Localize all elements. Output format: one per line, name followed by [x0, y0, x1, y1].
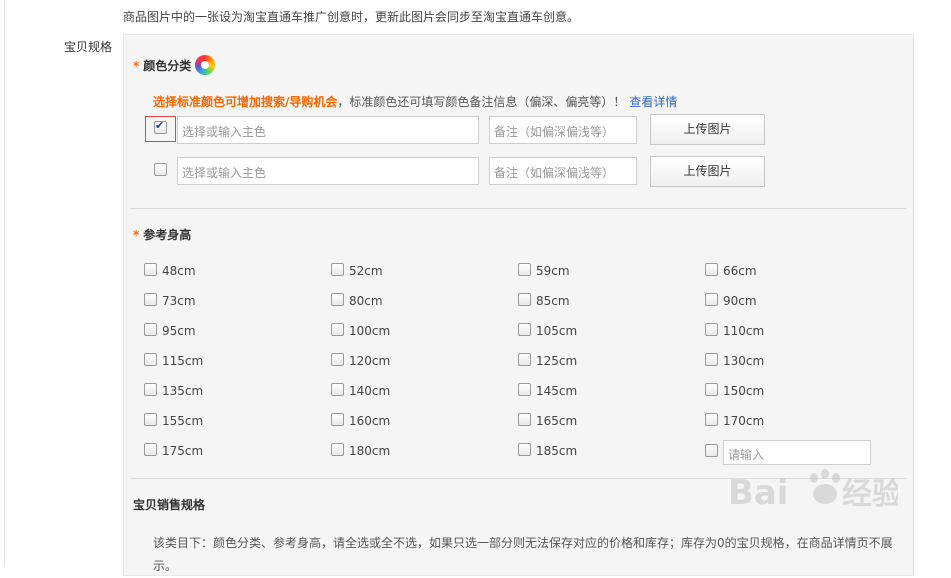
color-tip-highlight: 选择标准颜色可增加搜索/导购机会: [153, 95, 338, 109]
height-option-checkbox[interactable]: [144, 323, 157, 336]
spec-field-label: 宝贝规格: [64, 40, 113, 54]
height-option-label[interactable]: 66cm: [723, 264, 757, 278]
height-option-label[interactable]: 100cm: [349, 324, 390, 338]
height-option-checkbox[interactable]: [144, 353, 157, 366]
height-option-label[interactable]: 130cm: [723, 354, 764, 368]
height-option-checkbox[interactable]: [705, 383, 718, 396]
height-option-checkbox[interactable]: [331, 353, 344, 366]
height-option-checkbox[interactable]: [518, 293, 531, 306]
height-option-label[interactable]: 59cm: [536, 264, 570, 278]
height-option-label[interactable]: 85cm: [536, 294, 570, 308]
height-option-checkbox[interactable]: [518, 443, 531, 456]
height-option-label[interactable]: 135cm: [162, 384, 203, 398]
sales-spec-note: 该类目下：颜色分类、参考身高，请全选或全不选，如果只选一部分则无法保存对应的价格…: [153, 536, 893, 573]
color-row-2-upload-button[interactable]: 上传图片: [650, 156, 765, 187]
height-option-label[interactable]: 125cm: [536, 354, 577, 368]
height-option-label[interactable]: 180cm: [349, 444, 390, 458]
height-option-checkbox[interactable]: [331, 323, 344, 336]
height-option-label[interactable]: 175cm: [162, 444, 203, 458]
color-row-2-checkbox[interactable]: [154, 163, 167, 176]
left-border: [4, 0, 5, 566]
height-option-label[interactable]: 105cm: [536, 324, 577, 338]
height-option-checkbox[interactable]: [518, 323, 531, 336]
color-title-text: 颜色分类: [143, 59, 192, 73]
height-option-label[interactable]: 120cm: [349, 354, 390, 368]
height-option-label[interactable]: 48cm: [162, 264, 196, 278]
svg-text:Bai: Bai: [728, 473, 789, 513]
height-option-label[interactable]: 185cm: [536, 444, 577, 458]
color-row-1-upload-button[interactable]: 上传图片: [650, 114, 765, 145]
height-option-checkbox[interactable]: [705, 293, 718, 306]
height-option-checkbox[interactable]: [144, 383, 157, 396]
custom-height-input[interactable]: 请输入: [723, 440, 871, 465]
required-mark: *: [133, 228, 140, 242]
sales-spec-title: 宝贝销售规格: [133, 498, 206, 512]
height-option-checkbox[interactable]: [518, 263, 531, 276]
baidu-watermark-logo: Bai 经验: [728, 469, 898, 513]
height-option-checkbox[interactable]: [705, 353, 718, 366]
height-option-checkbox[interactable]: [331, 443, 344, 456]
height-option-checkbox[interactable]: [331, 383, 344, 396]
height-option-label[interactable]: 170cm: [723, 414, 764, 428]
height-option-checkbox[interactable]: [144, 443, 157, 456]
height-option-checkbox[interactable]: [518, 413, 531, 426]
height-option-checkbox[interactable]: [705, 323, 718, 336]
height-option-label[interactable]: 115cm: [162, 354, 203, 368]
height-option-label[interactable]: 160cm: [349, 414, 390, 428]
color-row-1-note-input[interactable]: 备注（如偏深偏浅等）: [489, 116, 637, 144]
height-option-label[interactable]: 90cm: [723, 294, 757, 308]
color-row-1-checkbox[interactable]: [154, 119, 167, 134]
height-option-checkbox[interactable]: [144, 293, 157, 306]
height-option-checkbox[interactable]: [331, 413, 344, 426]
height-option-checkbox[interactable]: [331, 263, 344, 276]
height-option-checkbox[interactable]: [518, 353, 531, 366]
color-tip-text: ，标准颜色还可填写颜色备注信息（偏深、偏亮等）！: [337, 95, 626, 109]
custom-height-checkbox[interactable]: [705, 444, 718, 457]
height-section-title: * 参考身高: [133, 226, 191, 243]
height-option-checkbox[interactable]: [144, 413, 157, 426]
color-row-2-main-input[interactable]: 选择或输入主色: [177, 157, 479, 185]
height-option-label[interactable]: 150cm: [723, 384, 764, 398]
color-row-1-main-input[interactable]: 选择或输入主色: [177, 116, 479, 144]
height-option-label[interactable]: 165cm: [536, 414, 577, 428]
height-option-label[interactable]: 73cm: [162, 294, 196, 308]
height-option-checkbox[interactable]: [518, 383, 531, 396]
color-wheel-icon: [195, 55, 215, 75]
height-option-checkbox[interactable]: [705, 413, 718, 426]
color-section-title: * 颜色分类: [133, 57, 191, 74]
svg-text:经验: 经验: [842, 477, 898, 512]
height-option-label[interactable]: 80cm: [349, 294, 383, 308]
color-row-2-note-input[interactable]: 备注（如偏深偏浅等）: [489, 157, 637, 185]
view-details-link[interactable]: 查看详情: [629, 95, 677, 109]
image-sync-notice: 商品图片中的一张设为淘宝直通车推广创意时，更新此图片会同步至淘宝直通车创意。: [123, 10, 580, 24]
height-option-label[interactable]: 140cm: [349, 384, 390, 398]
height-title-text: 参考身高: [143, 228, 192, 242]
height-option-checkbox[interactable]: [331, 293, 344, 306]
height-option-label[interactable]: 52cm: [349, 264, 383, 278]
height-option-label[interactable]: 110cm: [723, 324, 764, 338]
height-option-checkbox[interactable]: [705, 263, 718, 276]
required-mark: *: [133, 59, 140, 73]
color-tip: 选择标准颜色可增加搜索/导购机会，标准颜色还可填写颜色备注信息（偏深、偏亮等）！…: [153, 93, 677, 110]
height-option-label[interactable]: 95cm: [162, 324, 196, 338]
height-option-checkbox[interactable]: [144, 263, 157, 276]
section-divider: [130, 208, 906, 209]
height-option-label[interactable]: 145cm: [536, 384, 577, 398]
height-option-label[interactable]: 155cm: [162, 414, 203, 428]
